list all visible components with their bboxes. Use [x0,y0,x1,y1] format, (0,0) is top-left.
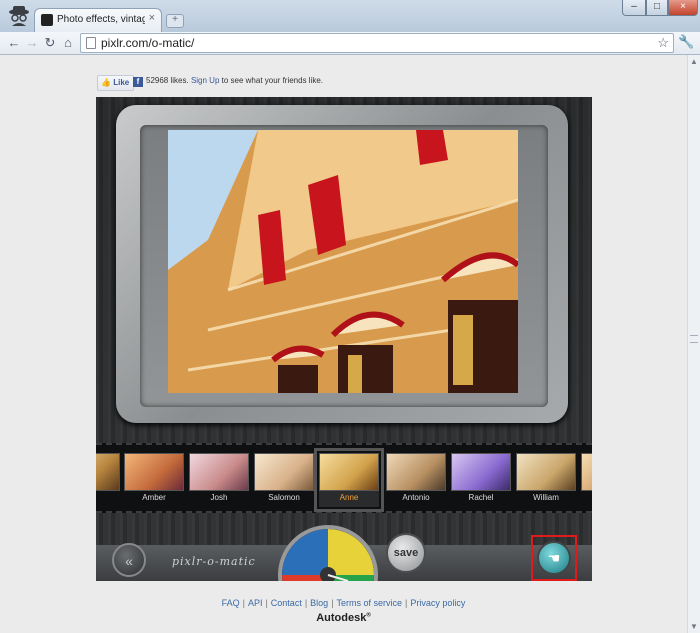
maximize-button[interactable]: □ [646,0,668,16]
effect-thumb-rachel[interactable]: Rachel [451,453,511,507]
browser-toolbar: ← → ↻ ⌂ pixlr.com/o-matic/ ☆ 🔧 [0,32,700,55]
bookmark-star-icon[interactable]: ☆ [657,35,669,51]
footer-separator: | [304,598,308,608]
home-icon[interactable]: ⌂ [60,35,76,51]
pixlr-favicon-icon [41,14,53,26]
new-tab-button[interactable]: + [166,14,184,28]
effect-thumb-amber[interactable]: Amber [124,453,184,507]
effect-thumb-william[interactable]: William [516,453,576,507]
footer-link-contact[interactable]: Contact [271,598,302,608]
autodesk-brand: Autodesk® [0,612,687,624]
footer-separator: | [265,598,268,608]
effect-label: Rachel [468,493,494,502]
effect-thumb-josh[interactable]: Josh [189,453,249,507]
effect-thumb-anne[interactable]: Anne [314,448,384,512]
minimize-button[interactable]: – [622,0,646,16]
effect-thumb-image [581,453,592,491]
pixlr-o-matic-app: Amber Josh Salomon Anne Antonio Rachel W… [96,97,592,581]
effect-thumb-image [254,453,314,491]
footer-link-terms[interactable]: Terms of service [337,598,403,608]
effect-label: Amber [142,493,166,502]
hand-pointer-icon: ☚ [547,550,561,566]
back-arrow-icon[interactable]: ← [6,35,22,51]
page-icon [86,37,96,49]
footer-link-faq[interactable]: FAQ [222,598,240,608]
browser-titlebar: Photo effects, vintage, retr × + – □ × [0,0,700,32]
footer-separator: | [331,598,334,608]
signup-link[interactable]: Sign Up [191,76,219,85]
effect-label: Salomon [268,493,300,502]
effect-thumb-partial-right[interactable] [581,453,592,507]
tab-close-icon[interactable]: × [149,12,155,24]
browser-tab[interactable]: Photo effects, vintage, retr × [34,8,162,32]
random-effect-button[interactable]: ☚ [537,541,571,575]
effect-thumb-salomon[interactable]: Salomon [254,453,314,507]
close-window-button[interactable]: × [668,0,698,16]
reload-icon[interactable]: ↻ [42,35,58,51]
save-button[interactable]: save [386,533,426,573]
wrench-menu-icon[interactable]: 🔧 [678,34,694,50]
page-content: 👍 Like f 52968 likes. Sign Up to see wha… [0,55,687,633]
effect-thumb-image [451,453,511,491]
dial-icon [282,529,374,581]
effect-label: Antonio [402,493,430,502]
thumbs-up-icon: 👍 [101,78,111,87]
photo-preview [168,130,518,393]
effect-label: Anne [339,493,359,502]
effect-label: Josh [210,493,228,502]
footer-link-blog[interactable]: Blog [310,598,328,608]
photo-image [168,130,518,393]
forward-arrow-icon[interactable]: → [24,35,40,51]
like-label: Like [113,78,130,87]
footer-link-privacy[interactable]: Privacy policy [410,598,465,608]
url-text[interactable]: pixlr.com/o-matic/ [101,36,194,50]
brand-name: Autodesk [316,612,367,624]
facebook-like-button[interactable]: 👍 Like [97,75,135,91]
back-button[interactable]: « [112,543,146,577]
footer-separator: | [405,598,408,608]
likes-count: 52968 likes. [146,76,189,85]
tab-title: Photo effects, vintage, retr [57,14,145,25]
footer-separator: | [242,598,245,608]
effect-thumb-partial-left[interactable] [96,453,120,507]
vertical-scrollbar[interactable]: ▲ ▼ [687,55,700,633]
effect-thumb-image [516,453,576,491]
effects-strip: Amber Josh Salomon Anne Antonio Rachel W… [96,443,592,513]
effect-label: William [533,493,559,502]
footer-links: FAQ | API | Contact | Blog | Terms of service | Pr… [0,598,687,608]
brand-mark: ® [366,612,371,619]
effect-thumb-image [124,453,184,491]
effect-thumb-image [386,453,446,491]
footer-link-api[interactable]: API [248,598,263,608]
scroll-thumb[interactable] [690,335,698,343]
effect-thumb-image [96,453,120,491]
effect-thumb-image [319,453,379,491]
pixlr-o-matic-logo: pixlr-o-matic [172,555,256,568]
signup-tail: to see what your friends like. [221,76,324,85]
facebook-like-text: 52968 likes. Sign Up to see what your fr… [146,76,323,85]
scroll-down-icon[interactable]: ▼ [690,622,698,631]
effect-thumb-antonio[interactable]: Antonio [386,453,446,507]
facebook-logo-icon: f [133,77,143,87]
effect-thumb-image [189,453,249,491]
address-bar[interactable]: pixlr.com/o-matic/ ☆ [80,33,674,53]
scroll-up-icon[interactable]: ▲ [690,57,698,66]
incognito-icon [6,4,32,28]
